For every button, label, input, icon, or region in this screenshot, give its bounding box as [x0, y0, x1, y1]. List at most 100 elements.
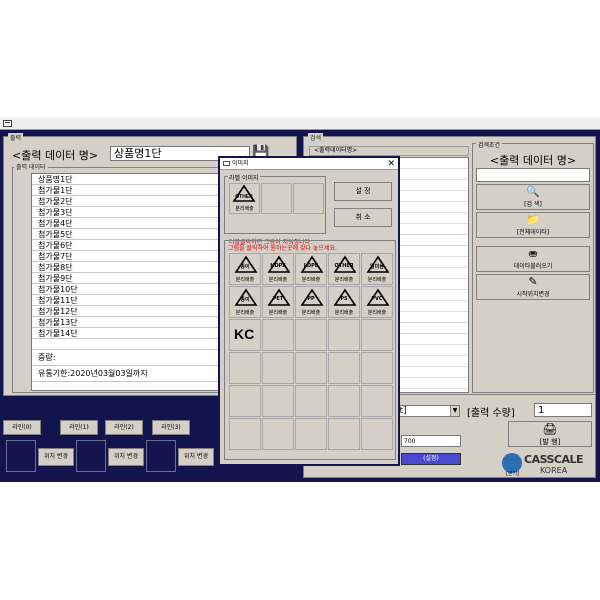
- position-change-button-3[interactable]: 위치 변경: [178, 448, 214, 466]
- position-slot-2[interactable]: [76, 440, 106, 472]
- palette-tile[interactable]: [262, 352, 294, 384]
- palette-tile[interactable]: [361, 385, 393, 417]
- material-label: 알미늄: [370, 264, 384, 270]
- image-icon: [223, 161, 230, 166]
- window-icon[interactable]: [3, 120, 12, 127]
- kc-mark-tile[interactable]: KC: [229, 319, 261, 351]
- load-data-button-label: 데이타불러오기: [513, 263, 553, 270]
- output-name-label: <출력 데이터 명>: [12, 149, 99, 162]
- recycle-symbol-tile[interactable]: PS 분리배출: [328, 286, 360, 318]
- recycle-symbol-tile[interactable]: HDPE 분리배출: [262, 253, 294, 285]
- brand-logo: CASSCALE: [524, 453, 584, 466]
- search-button[interactable]: 🔍 [검 색]: [476, 184, 590, 210]
- output-group-label: 출력: [8, 133, 24, 142]
- close-icon[interactable]: ✕: [387, 158, 395, 170]
- position-slot-3[interactable]: [146, 440, 176, 472]
- symbol-caption: 분리배출: [367, 277, 387, 283]
- list-column-header[interactable]: <출력데이터명>: [309, 146, 469, 156]
- palette-tile[interactable]: [361, 352, 393, 384]
- material-label: HDPE: [270, 263, 286, 269]
- recycle-symbol-tile[interactable]: 종이분리배출: [229, 286, 261, 318]
- start-position-button[interactable]: ✎ 시작위치변경: [476, 274, 590, 300]
- palette-tile[interactable]: [328, 352, 360, 384]
- close-button-label: [닫기]: [506, 471, 520, 477]
- position-slot-1[interactable]: [6, 440, 36, 472]
- format-combo[interactable]: lt] ▼: [394, 405, 460, 417]
- settings-button[interactable]: (설정): [401, 453, 461, 465]
- palette-tile[interactable]: [328, 418, 360, 450]
- material-label: PET: [272, 296, 284, 302]
- recycle-symbol-tile[interactable]: 종이 분리배출: [229, 253, 261, 285]
- material-label: 종이: [240, 297, 250, 303]
- offset-input[interactable]: 700: [401, 435, 461, 447]
- search-button-label: [검 색]: [524, 201, 542, 208]
- palette-tile[interactable]: [262, 319, 294, 351]
- palette-tile[interactable]: [262, 418, 294, 450]
- symbol-palette: 그림을 클릭하여 원하는곳에 갖다 놓으세요. 종이 분리배출 HDPE 분리배출 LD…: [224, 240, 396, 460]
- symbol-caption: 분리배출: [301, 277, 321, 283]
- label-image-slot-1[interactable]: OTHER 분리배출: [229, 183, 260, 214]
- palette-tile[interactable]: [295, 352, 327, 384]
- palette-tile[interactable]: [328, 319, 360, 351]
- title-bar: [0, 118, 600, 130]
- line-button-1[interactable]: 라인(1): [60, 420, 98, 435]
- print-quantity-label: [출력 수량]: [467, 408, 515, 419]
- data-icon: 📁: [526, 213, 540, 226]
- position-change-button-2[interactable]: 위치 변경: [108, 448, 144, 466]
- material-label: LDPE: [303, 263, 319, 269]
- palette-tile[interactable]: [262, 385, 294, 417]
- load-data-button[interactable]: ⛂ 데이타불러오기: [476, 246, 590, 272]
- palette-tile[interactable]: [361, 319, 393, 351]
- preview-caption: 분리배출: [235, 206, 254, 212]
- search-group-label: 검색: [308, 133, 324, 142]
- search-title: <출력 데이터 명>: [489, 154, 577, 167]
- dialog-title-bar: 이미지 ✕: [220, 158, 398, 170]
- recycle-icon: OTHER: [232, 184, 256, 202]
- chevron-down-icon[interactable]: ▼: [450, 406, 459, 416]
- recycle-symbol-tile[interactable]: 알미늄분리배출: [361, 253, 393, 285]
- recycle-symbol-tile[interactable]: PP 분리배출: [295, 286, 327, 318]
- label-image-slot-3[interactable]: [293, 183, 324, 214]
- position-change-button-1[interactable]: 위치 변경: [38, 448, 74, 466]
- print-quantity-input[interactable]: 1: [534, 403, 592, 417]
- palette-tile[interactable]: [229, 385, 261, 417]
- magnifier-icon: 🔍: [526, 185, 540, 198]
- line-button-0[interactable]: 라인(0): [3, 420, 41, 435]
- palette-tile[interactable]: [361, 418, 393, 450]
- symbol-caption: 분리배출: [268, 310, 288, 316]
- line-button-2[interactable]: 라인(2): [105, 420, 143, 435]
- print-button[interactable]: 🖨 [발 행]: [508, 421, 592, 447]
- dialog-title: 이미지: [232, 160, 249, 167]
- cancel-button[interactable]: 취 소: [334, 208, 392, 227]
- move-icon: ✎: [528, 275, 538, 288]
- palette-tile[interactable]: [229, 418, 261, 450]
- recycle-symbol-tile[interactable]: PVC 분리배출: [361, 286, 393, 318]
- label-image-slot-2[interactable]: [261, 183, 292, 214]
- label-image-title: 라벨 이미지: [228, 173, 260, 182]
- material-label: PS: [340, 296, 348, 302]
- print-button-label: [발 행]: [539, 438, 561, 446]
- palette-hint: 그림을 클릭하여 원하는곳에 갖다 놓으세요.: [228, 245, 337, 252]
- symbol-caption: 분리배출: [334, 277, 354, 283]
- search-input[interactable]: [476, 168, 590, 182]
- material-label: 종이: [240, 264, 250, 270]
- symbol-caption: 분리배출: [301, 310, 321, 316]
- palette-tile[interactable]: [295, 319, 327, 351]
- database-icon: ⛂: [528, 247, 538, 260]
- palette-tile[interactable]: [295, 418, 327, 450]
- palette-tile[interactable]: [328, 385, 360, 417]
- ok-button[interactable]: 설 정: [334, 182, 392, 201]
- search-conditions-group: 검색조건 <출력 데이터 명> 🔍 [검 색] 📁 [전체데이타] ⛂ 데이타불…: [472, 140, 594, 393]
- all-data-button[interactable]: 📁 [전체데이타]: [476, 212, 590, 238]
- recycle-symbol-tile[interactable]: LDPE 분리배출: [295, 253, 327, 285]
- recycle-symbol-tile[interactable]: OTHER 분리배출: [328, 253, 360, 285]
- recycle-symbol-tile[interactable]: PET 분리배출: [262, 286, 294, 318]
- material-label: PP: [307, 296, 315, 302]
- close-button[interactable]: CASSCALE KOREA [닫기]: [500, 451, 594, 477]
- palette-tile[interactable]: [295, 385, 327, 417]
- line-button-3[interactable]: 라인(3): [152, 420, 190, 435]
- preview-symbol-text: OTHER: [235, 194, 253, 200]
- symbol-caption: 분리배출: [235, 310, 255, 316]
- palette-tile[interactable]: [229, 352, 261, 384]
- all-data-button-label: [전체데이타]: [516, 229, 550, 236]
